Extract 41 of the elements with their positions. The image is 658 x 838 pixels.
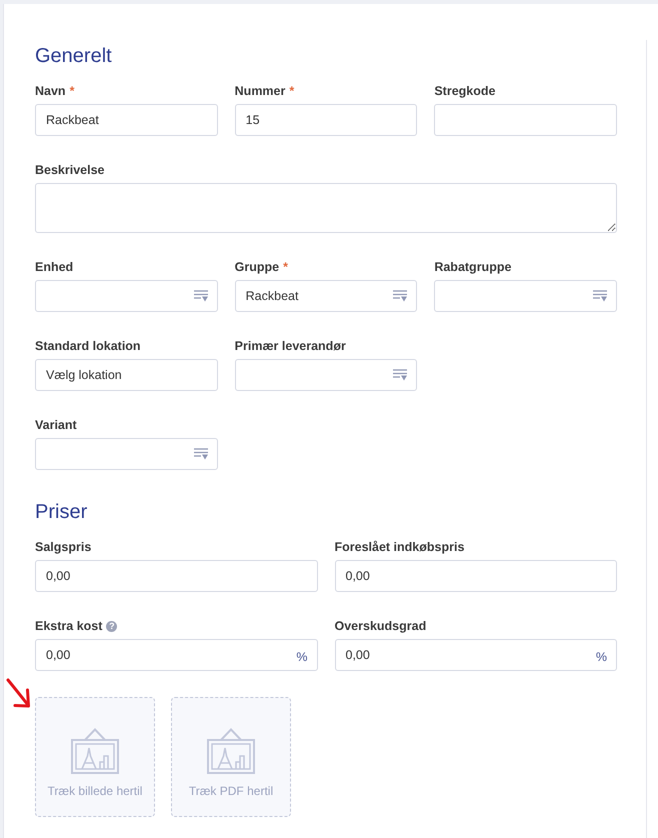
dropdown-field[interactable] — [35, 438, 218, 470]
required-asterisk: * — [70, 83, 74, 99]
text-field[interactable]: 0,00 % — [35, 639, 318, 671]
text-field[interactable]: 0,00 — [334, 560, 617, 592]
field-label: Navn — [35, 83, 66, 99]
picture-frame-icon — [71, 728, 119, 774]
text-field[interactable]: 0,00 % — [334, 639, 617, 671]
field-label: Gruppe — [234, 259, 280, 275]
text-field[interactable]: 0,00 — [35, 560, 318, 592]
list-caret-icon — [593, 290, 607, 302]
text-area[interactable] — [35, 183, 617, 233]
list-caret-icon — [194, 290, 208, 302]
section-heading: Generelt — [35, 44, 113, 68]
field-label: Variant — [35, 417, 77, 433]
arrow-icon — [6, 678, 32, 709]
dropdown-field[interactable] — [234, 359, 418, 391]
field-label: Stregkode — [434, 83, 496, 99]
field-label: Primær leverandør — [234, 338, 346, 354]
field-label: Foreslået indkøbspris — [334, 539, 464, 555]
dropdown-field[interactable] — [35, 280, 218, 312]
dropdown-field[interactable] — [434, 280, 617, 312]
field-label: Rabatgruppe — [434, 259, 512, 275]
text-field[interactable] — [434, 104, 617, 136]
picture-frame-icon — [207, 728, 255, 774]
text-field[interactable]: Rackbeat — [35, 104, 218, 136]
text-field[interactable]: 15 — [234, 104, 418, 136]
list-caret-icon — [393, 369, 408, 381]
required-asterisk: * — [289, 83, 294, 99]
required-asterisk: * — [283, 259, 288, 275]
field-label: Ekstra kost — [35, 618, 102, 634]
list-caret-icon — [393, 290, 408, 302]
section-heading: Priser — [35, 500, 88, 524]
field-label: Overskudsgrad — [334, 618, 426, 634]
field-label: Standard lokation — [35, 338, 141, 354]
dropdown-field[interactable]: Rackbeat — [234, 280, 418, 312]
field-label: Enhed — [35, 259, 74, 275]
field-label: Nummer — [234, 83, 286, 99]
field-label: Beskrivelse — [35, 162, 105, 178]
list-caret-icon — [194, 448, 208, 460]
field-label: Salgspris — [35, 539, 92, 555]
text-field[interactable]: Vælg lokation — [35, 359, 218, 391]
